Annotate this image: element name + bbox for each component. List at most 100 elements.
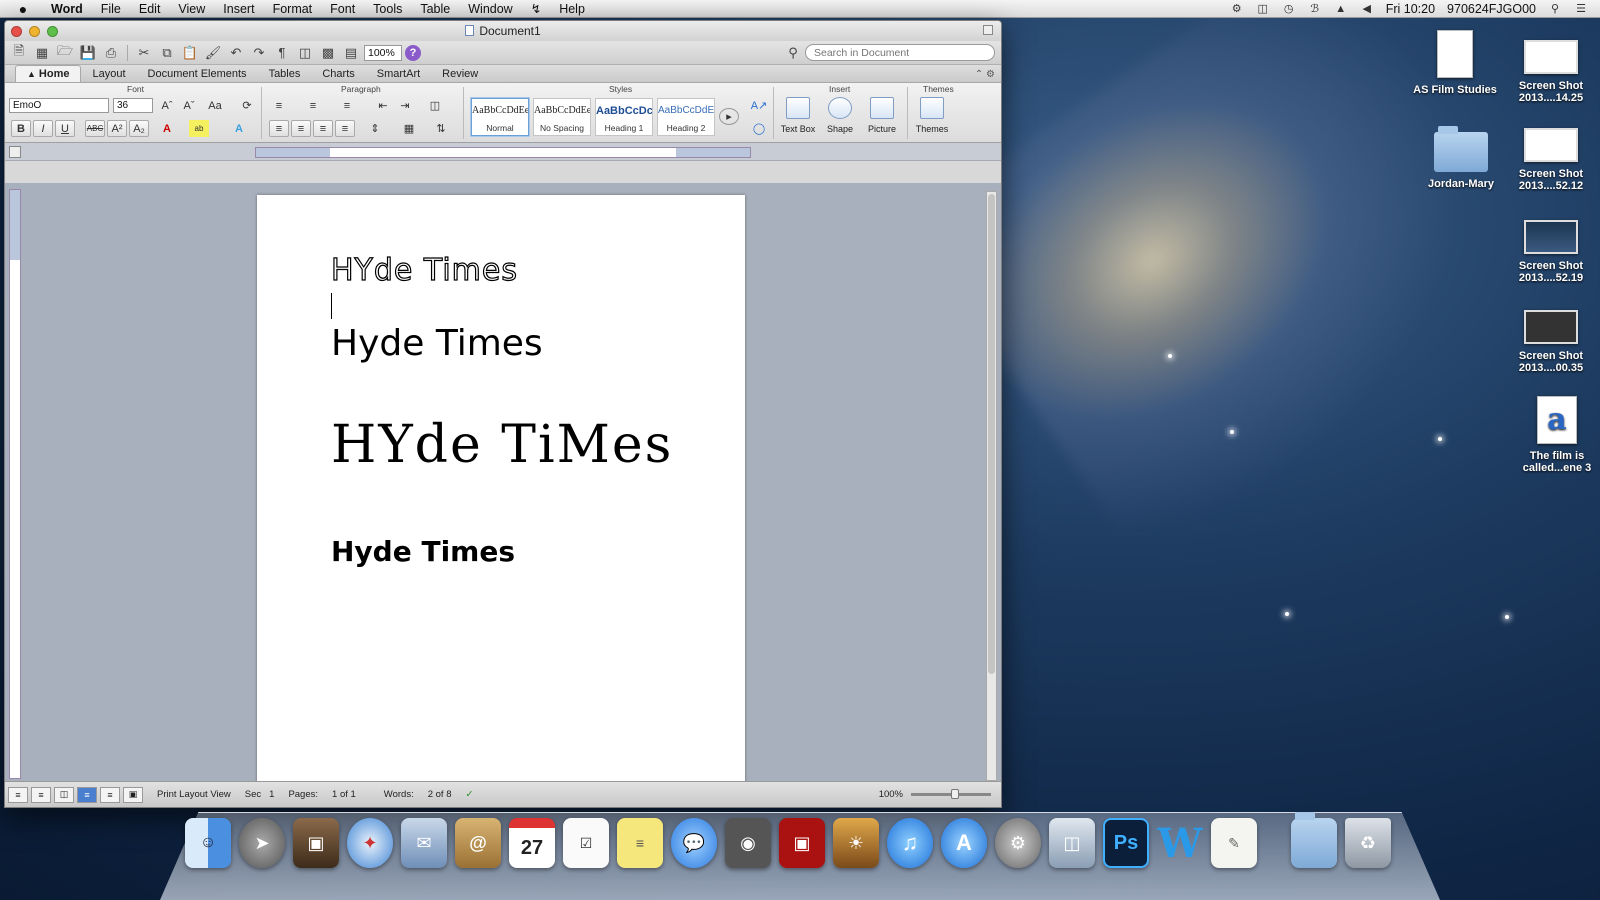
font-name-select[interactable]: EmoO bbox=[9, 98, 109, 113]
tab-selector[interactable] bbox=[9, 146, 21, 158]
reminders-icon[interactable]: ☑ bbox=[563, 818, 609, 868]
document-page[interactable]: HYde Times Hyde Times HYde TiMes Hyde Ti… bbox=[257, 195, 745, 795]
sidebar-toggle-icon[interactable]: ◫ bbox=[295, 44, 315, 62]
grow-font-icon[interactable]: Aˆ bbox=[157, 97, 177, 114]
zoom-select[interactable]: 100% bbox=[364, 44, 402, 61]
search-icon[interactable]: ⚲ bbox=[783, 44, 803, 62]
format-painter-icon[interactable]: 🖌 bbox=[203, 44, 223, 62]
publishing-view-button[interactable]: ◫ bbox=[54, 786, 74, 803]
tab-layout[interactable]: Layout bbox=[81, 66, 136, 82]
safari-icon[interactable]: ✦ bbox=[347, 818, 393, 868]
show-formatting-icon[interactable]: ¶ bbox=[272, 44, 292, 62]
focus-view-button[interactable]: ▣ bbox=[123, 786, 143, 803]
picture-button[interactable]: Picture bbox=[861, 97, 903, 134]
draft-view-button[interactable]: ≡ bbox=[8, 786, 28, 803]
time-machine-icon[interactable]: ◷ bbox=[1282, 3, 1296, 15]
open-icon[interactable]: 🗁 bbox=[55, 43, 75, 62]
save-icon[interactable]: 💾 bbox=[78, 44, 98, 62]
sync-icon[interactable]: ⚙ bbox=[1230, 3, 1244, 15]
vertical-scrollbar[interactable] bbox=[986, 191, 997, 781]
zoom-slider-thumb[interactable] bbox=[951, 789, 959, 799]
menubar-user[interactable]: 970624FJGO00 bbox=[1447, 2, 1536, 16]
tab-home[interactable]: ▲ Home bbox=[15, 65, 82, 82]
document-line[interactable]: HYde Times bbox=[330, 252, 518, 288]
menu-window[interactable]: Window bbox=[459, 2, 521, 16]
themes-button[interactable]: Themes bbox=[911, 97, 953, 134]
numbering-icon[interactable]: ≡ bbox=[303, 97, 323, 114]
tab-document-elements[interactable]: Document Elements bbox=[137, 66, 258, 82]
multilevel-list-icon[interactable]: ≡ bbox=[337, 97, 357, 114]
zoom-slider[interactable] bbox=[911, 789, 991, 799]
shield-icon[interactable]: ◫ bbox=[1256, 3, 1270, 15]
bluetooth-icon[interactable]: ℬ bbox=[1308, 3, 1322, 15]
notification-center-icon[interactable]: ☰ bbox=[1574, 3, 1588, 15]
align-center-icon[interactable]: ≡ bbox=[291, 120, 311, 137]
change-case-icon[interactable]: Aa bbox=[205, 97, 225, 114]
desktop-icon-jordan-mary[interactable]: Jordan-Mary bbox=[1416, 126, 1506, 190]
notebook-view-button[interactable]: ≡ bbox=[100, 786, 120, 803]
redo-icon[interactable]: ↷ bbox=[249, 44, 269, 62]
menubar-clock[interactable]: Fri 10:20 bbox=[1386, 2, 1435, 16]
copy-icon[interactable]: ⧉ bbox=[157, 44, 177, 62]
strikethrough-icon[interactable]: ABC bbox=[85, 120, 105, 137]
menu-tools[interactable]: Tools bbox=[364, 2, 411, 16]
style-heading-1[interactable]: AaBbCcDc Heading 1 bbox=[595, 98, 653, 136]
bullets-icon[interactable]: ≡ bbox=[269, 97, 289, 114]
cut-icon[interactable]: ✂ bbox=[134, 44, 154, 62]
align-left-icon[interactable]: ≡ bbox=[269, 120, 289, 137]
desktop-icon-screenshot-0035[interactable]: Screen Shot 2013....00.35 bbox=[1506, 310, 1596, 374]
font-size-select[interactable]: 36 bbox=[113, 98, 153, 113]
desktop-icon-as-film-studies[interactable]: AS Film Studies bbox=[1410, 30, 1500, 96]
desktop-icon-screenshot-1425[interactable]: Screen Shot 2013....14.25 bbox=[1506, 40, 1596, 104]
vertical-ruler[interactable] bbox=[9, 189, 21, 779]
print-icon[interactable]: ⎙ bbox=[101, 44, 121, 62]
contacts-icon[interactable]: @ bbox=[455, 818, 501, 868]
subscript-icon[interactable]: A₂ bbox=[129, 120, 149, 137]
tab-review[interactable]: Review bbox=[431, 66, 489, 82]
highlight-icon[interactable]: ab bbox=[189, 120, 209, 137]
superscript-icon[interactable]: A² bbox=[107, 120, 127, 137]
help-icon[interactable]: ? bbox=[405, 44, 421, 61]
tab-smartart[interactable]: SmartArt bbox=[366, 66, 431, 82]
wifi-icon[interactable]: ▲ bbox=[1334, 3, 1348, 15]
photo-browser-icon[interactable]: ▣ bbox=[293, 818, 339, 868]
documents-folder-icon[interactable] bbox=[1291, 812, 1337, 868]
scrollbar-thumb[interactable] bbox=[988, 194, 995, 674]
menu-help[interactable]: Help bbox=[550, 2, 594, 16]
notes-icon[interactable]: ≡ bbox=[617, 818, 663, 868]
calendar-icon[interactable]: 27 bbox=[509, 818, 555, 868]
bold-icon[interactable]: B bbox=[11, 120, 31, 137]
menu-edit[interactable]: Edit bbox=[130, 2, 170, 16]
text-box-button[interactable]: Text Box bbox=[777, 97, 819, 134]
search-input[interactable] bbox=[805, 44, 995, 61]
desktop-icon-screenshot-5212[interactable]: Screen Shot 2013....52.12 bbox=[1506, 128, 1596, 192]
spelling-check-icon[interactable]: ✓ bbox=[466, 789, 474, 800]
shape-button[interactable]: Shape bbox=[819, 97, 861, 134]
itunes-icon[interactable]: ♫ bbox=[887, 818, 933, 868]
document-line[interactable]: Hyde Times bbox=[331, 535, 515, 568]
text-effects-icon[interactable]: A bbox=[229, 120, 249, 137]
menu-format[interactable]: Format bbox=[264, 2, 322, 16]
volume-icon[interactable]: ◀ bbox=[1360, 3, 1374, 15]
menu-font[interactable]: Font bbox=[321, 2, 364, 16]
underline-icon[interactable]: U bbox=[55, 120, 75, 137]
increase-indent-icon[interactable]: ⇥ bbox=[395, 97, 415, 114]
menu-view[interactable]: View bbox=[169, 2, 214, 16]
word-icon[interactable]: W bbox=[1157, 818, 1203, 868]
desktop-icon-the-film-is-called[interactable]: a The film is called...ene 3 bbox=[1512, 396, 1600, 474]
italic-icon[interactable]: I bbox=[33, 120, 53, 137]
system-preferences-icon[interactable]: ⚙ bbox=[995, 818, 1041, 868]
ribbon-options-icon[interactable]: ⌃ ⚙ bbox=[969, 67, 1001, 82]
style-heading-2[interactable]: AaBbCcDdEe Heading 2 bbox=[657, 98, 715, 136]
style-no-spacing[interactable]: AaBbCcDdEe No Spacing bbox=[533, 98, 591, 136]
menu-insert[interactable]: Insert bbox=[214, 2, 263, 16]
print-layout-view-button[interactable]: ≡ bbox=[77, 786, 97, 803]
app-store-icon[interactable]: A bbox=[941, 818, 987, 868]
menu-file[interactable]: File bbox=[92, 2, 130, 16]
messages-icon[interactable]: 💬 bbox=[671, 818, 717, 868]
document-line[interactable]: Hyde Times bbox=[331, 323, 543, 364]
menu-word[interactable]: Word bbox=[42, 2, 92, 16]
template-gallery-icon[interactable]: ▦ bbox=[32, 44, 52, 62]
photoshop-icon[interactable]: Ps bbox=[1103, 818, 1149, 868]
new-document-icon[interactable]: 🗎 bbox=[9, 43, 29, 62]
